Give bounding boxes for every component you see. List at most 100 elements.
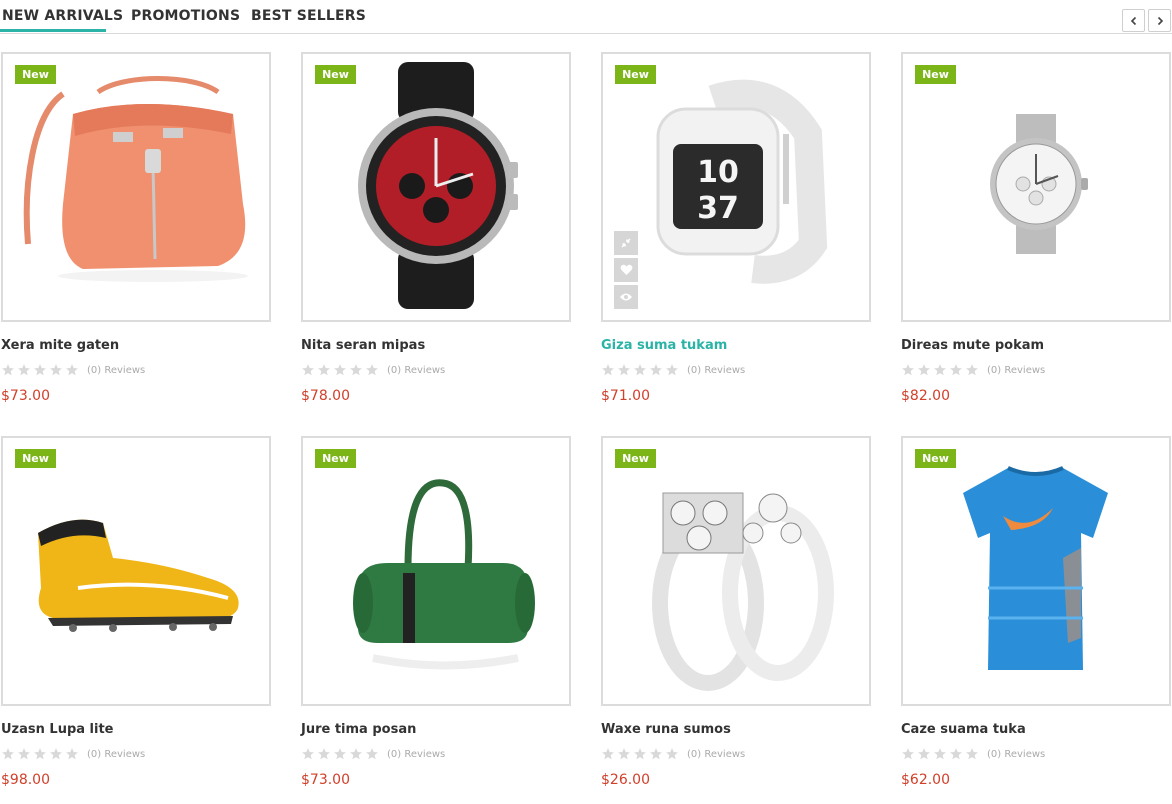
reviews-link[interactable]: (0) Reviews [687, 749, 745, 760]
chevron-left-icon [1130, 16, 1136, 25]
new-badge: New [915, 65, 956, 84]
reviews-link[interactable]: (0) Reviews [987, 749, 1045, 760]
product-image-link[interactable]: New [901, 436, 1171, 706]
chevron-right-icon [1157, 16, 1163, 25]
star-icon [966, 748, 978, 760]
product-image [23, 76, 248, 282]
star-icon [18, 364, 30, 376]
hover-actions [614, 231, 638, 312]
new-badge: New [915, 449, 956, 468]
rating: (0) Reviews [601, 363, 745, 377]
product-image-link[interactable]: New [901, 52, 1171, 322]
new-badge: New [315, 65, 356, 84]
product-price: $78.00 [301, 388, 350, 404]
product-price: $82.00 [901, 388, 950, 404]
product-image-link[interactable]: New [1, 436, 271, 706]
product-price: $26.00 [601, 772, 650, 788]
star-icon [318, 748, 330, 760]
star-icon [634, 364, 646, 376]
star-icon [666, 748, 678, 760]
reviews-link[interactable]: (0) Reviews [687, 365, 745, 376]
star-icon [918, 748, 930, 760]
rating: (0) Reviews [601, 747, 745, 761]
new-badge: New [15, 65, 56, 84]
star-icon [366, 364, 378, 376]
product-image [353, 479, 535, 670]
product-image-link[interactable]: New [1, 52, 271, 322]
stars [1, 747, 79, 761]
product-image-link[interactable]: New [601, 436, 871, 706]
star-icon [334, 748, 346, 760]
tab-best-sellers[interactable]: BEST SELLERS [251, 8, 366, 24]
carousel-next-button[interactable] [1148, 9, 1171, 32]
product-price: $71.00 [601, 388, 650, 404]
new-badge: New [15, 449, 56, 468]
product-name[interactable]: Caze suama tuka [901, 722, 1026, 737]
star-icon [950, 748, 962, 760]
star-icon [18, 748, 30, 760]
svg-text:10: 10 [697, 155, 739, 190]
star-icon [2, 748, 14, 760]
rating: (0) Reviews [901, 747, 1045, 761]
product-name[interactable]: Xera mite gaten [1, 338, 119, 353]
product-price: $73.00 [301, 772, 350, 788]
product-name[interactable]: Giza suma tukam [601, 338, 727, 353]
product-name[interactable]: Jure tima posan [301, 722, 416, 737]
star-icon [918, 364, 930, 376]
new-badge: New [615, 449, 656, 468]
product-image [963, 466, 1108, 670]
star-icon [34, 364, 46, 376]
new-badge: New [315, 449, 356, 468]
stars [601, 363, 679, 377]
star-icon [618, 748, 630, 760]
rating: (0) Reviews [901, 363, 1045, 377]
reviews-link[interactable]: (0) Reviews [387, 365, 445, 376]
star-icon [934, 364, 946, 376]
carousel-prev-button[interactable] [1122, 9, 1145, 32]
product-name[interactable]: Nita seran mipas [301, 338, 425, 353]
star-icon [34, 748, 46, 760]
reviews-link[interactable]: (0) Reviews [987, 365, 1045, 376]
star-icon [650, 748, 662, 760]
heart-icon [620, 264, 632, 275]
compare-icon [621, 238, 631, 248]
product-image-link[interactable]: New [301, 52, 571, 322]
stars [901, 747, 979, 761]
stars [901, 363, 979, 377]
rating: (0) Reviews [1, 747, 145, 761]
product-image [38, 519, 239, 632]
stars [1, 363, 79, 377]
product-image [652, 492, 834, 691]
product-image: 10 37 [656, 79, 828, 284]
star-icon [50, 364, 62, 376]
product-price: $98.00 [1, 772, 50, 788]
svg-text:37: 37 [697, 191, 739, 226]
wishlist-button[interactable] [614, 258, 638, 282]
product-name[interactable]: Direas mute pokam [901, 338, 1044, 353]
stars [601, 747, 679, 761]
star-icon [650, 364, 662, 376]
product-price: $62.00 [901, 772, 950, 788]
star-icon [302, 364, 314, 376]
product-image-link[interactable]: 10 37 New [601, 52, 871, 322]
product-image [990, 114, 1088, 254]
eye-icon [620, 293, 632, 301]
reviews-link[interactable]: (0) Reviews [87, 749, 145, 760]
star-icon [350, 364, 362, 376]
star-icon [366, 748, 378, 760]
product-name[interactable]: Waxe runa sumos [601, 722, 731, 737]
reviews-link[interactable]: (0) Reviews [87, 365, 145, 376]
star-icon [66, 748, 78, 760]
reviews-link[interactable]: (0) Reviews [387, 749, 445, 760]
star-icon [302, 748, 314, 760]
compare-button[interactable] [614, 231, 638, 255]
rating: (0) Reviews [301, 363, 445, 377]
tab-new-arrivals[interactable]: NEW ARRIVALS [2, 8, 123, 24]
product-image-link[interactable]: New [301, 436, 571, 706]
tab-promotions[interactable]: PROMOTIONS [131, 8, 240, 24]
quick-view-button[interactable] [614, 285, 638, 309]
product-name[interactable]: Uzasn Lupa lite [1, 722, 114, 737]
product-image [358, 62, 518, 309]
star-icon [350, 748, 362, 760]
star-icon [318, 364, 330, 376]
